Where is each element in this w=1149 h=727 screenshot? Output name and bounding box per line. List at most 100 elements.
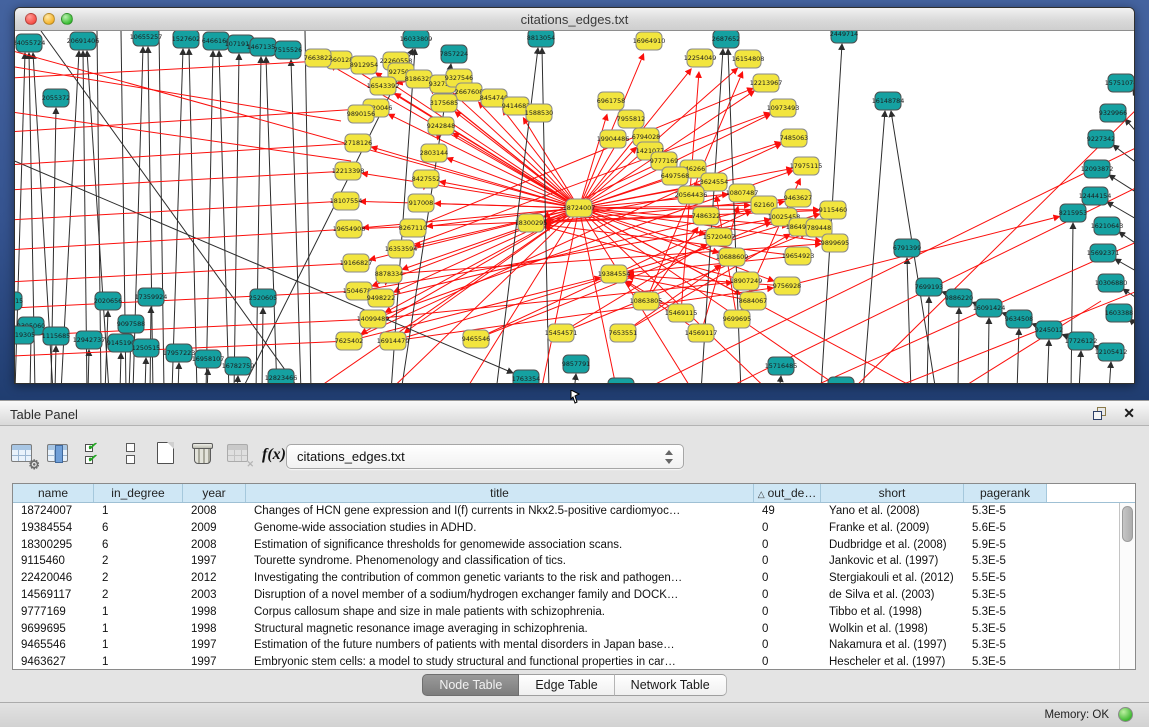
- table-cell[interactable]: Embryonic stem cells: a model to study s…: [246, 654, 754, 670]
- table-cell[interactable]: 1998: [183, 621, 246, 638]
- table-cell[interactable]: 0: [754, 553, 821, 570]
- graph-node[interactable]: 9699695: [723, 310, 751, 328]
- table-cell[interactable]: 5.5E-5: [964, 570, 1047, 587]
- graph-node[interactable]: 1763354: [512, 370, 540, 383]
- table-cell[interactable]: 0: [754, 570, 821, 587]
- graph-node[interactable]: 16353594: [385, 240, 418, 258]
- table-cell[interactable]: 5.9E-5: [964, 537, 1047, 554]
- graph-node[interactable]: 7486322: [692, 207, 720, 225]
- graph-node[interactable]: 10688609: [716, 248, 749, 266]
- function-icon[interactable]: f(x): [262, 440, 288, 468]
- graph-node[interactable]: 7625402: [335, 332, 363, 350]
- table-cell[interactable]: 22420046: [13, 570, 94, 587]
- graph-node[interactable]: 3624554: [700, 173, 728, 191]
- graph-node[interactable]: 1588530: [525, 104, 553, 122]
- graph-node[interactable]: 9115460: [819, 201, 847, 219]
- graph-node[interactable]: 8813054: [527, 31, 555, 47]
- table-cell[interactable]: 2012: [183, 570, 246, 587]
- graph-node[interactable]: 2718126: [344, 134, 372, 152]
- graph-node[interactable]: 9097588: [117, 315, 145, 333]
- table-cell[interactable]: Franke et al. (2009): [821, 520, 964, 537]
- table-cell[interactable]: 5.6E-5: [964, 520, 1047, 537]
- table-cell[interactable]: 2: [94, 570, 183, 587]
- table-row[interactable]: 2242004622012Investigating the contribut…: [13, 570, 1135, 587]
- graph-node[interactable]: 9857791: [562, 355, 590, 373]
- vertical-scrollbar[interactable]: [1119, 503, 1135, 669]
- table-cell[interactable]: 19384554: [13, 520, 94, 537]
- graph-node[interactable]: 9899695: [821, 234, 849, 252]
- graph-node[interactable]: 14099489: [357, 310, 390, 328]
- table-cell[interactable]: 9463627: [13, 654, 94, 670]
- column-header-title[interactable]: title: [246, 484, 754, 502]
- table-row[interactable]: 946554611997Estimation of the future num…: [13, 637, 1135, 654]
- column-header-pagerank[interactable]: pagerank: [964, 484, 1047, 502]
- graph-node[interactable]: 2020656: [94, 292, 122, 310]
- graph-node[interactable]: 9463627: [784, 189, 812, 207]
- table-cell[interactable]: 1: [94, 637, 183, 654]
- table-cell[interactable]: 1: [94, 604, 183, 621]
- graph-node[interactable]: 9890156: [347, 105, 375, 123]
- table-cell[interactable]: 0: [754, 654, 821, 670]
- table-cell[interactable]: 6: [94, 537, 183, 554]
- graph-node[interactable]: 12254049: [684, 49, 717, 67]
- citation-network-graph[interactable]: 1872400718300295193845549660128891295422…: [15, 31, 1134, 383]
- table-cell[interactable]: Investigating the contribution of common…: [246, 570, 754, 587]
- table-cell[interactable]: 0: [754, 604, 821, 621]
- graph-node[interactable]: 20564436: [675, 186, 708, 204]
- table-cell[interactable]: 9699695: [13, 621, 94, 638]
- graph-node[interactable]: 8878334: [375, 265, 403, 283]
- graph-node[interactable]: 18907249: [730, 272, 763, 290]
- table-cell[interactable]: 1: [94, 503, 183, 520]
- table-cell[interactable]: 1997: [183, 654, 246, 670]
- table-cell[interactable]: 0: [754, 637, 821, 654]
- graph-node[interactable]: 16964910: [633, 32, 666, 50]
- graph-node[interactable]: 12213967: [750, 74, 783, 92]
- table-cell[interactable]: Genome-wide association studies in ADHD.: [246, 520, 754, 537]
- column-header-name[interactable]: name: [13, 484, 94, 502]
- table-cell[interactable]: 9115460: [13, 553, 94, 570]
- graph-node[interactable]: 2520605: [249, 289, 277, 307]
- graph-node[interactable]: 12823466: [265, 369, 298, 383]
- table-cell[interactable]: Jankovic et al. (1997): [821, 553, 964, 570]
- graph-node[interactable]: 7857224: [440, 45, 468, 63]
- graph-node[interactable]: 6961758: [597, 92, 625, 110]
- table-cell[interactable]: Dudbridge et al. (2008): [821, 537, 964, 554]
- graph-node[interactable]: 14569117: [685, 324, 718, 342]
- graph-node[interactable]: 9756928: [773, 277, 801, 295]
- table-cell[interactable]: Nakamura et al. (1997): [821, 637, 964, 654]
- graph-node[interactable]: 16033809: [400, 31, 433, 48]
- table-cell[interactable]: Structural magnetic resonance image aver…: [246, 621, 754, 638]
- graph-node[interactable]: 18724007: [563, 199, 596, 217]
- table-cell[interactable]: 2008: [183, 537, 246, 554]
- graph-node[interactable]: 20691406: [67, 32, 100, 50]
- table-cell[interactable]: 5.3E-5: [964, 587, 1047, 604]
- graph-node[interactable]: 18107554: [330, 192, 363, 210]
- table-row[interactable]: 969969511998Structural magnetic resonanc…: [13, 621, 1135, 638]
- table-cell[interactable]: 9465546: [13, 637, 94, 654]
- graph-node[interactable]: 17975115: [790, 157, 823, 175]
- graph-node[interactable]: 7515526: [274, 41, 302, 59]
- graph-node[interactable]: 15692371: [1087, 244, 1120, 262]
- table-cell[interactable]: Hescheler et al. (1997): [821, 654, 964, 670]
- table-cell[interactable]: Estimation of significance thresholds fo…: [246, 537, 754, 554]
- float-panel-icon[interactable]: [1093, 407, 1107, 421]
- graph-node[interactable]: 12213398: [332, 162, 365, 180]
- graph-node[interactable]: 6791399: [893, 239, 921, 257]
- tab-node-table[interactable]: Node Table: [422, 674, 519, 696]
- tab-network-table[interactable]: Network Table: [615, 674, 727, 696]
- table-cell[interactable]: 0: [754, 621, 821, 638]
- table-row[interactable]: 1872400712008Changes of HCN gene express…: [13, 503, 1135, 520]
- graph-node[interactable]: 16154808: [732, 50, 765, 68]
- window-titlebar[interactable]: citations_edges.txt: [15, 8, 1134, 31]
- graph-node[interactable]: 9245012: [1035, 321, 1063, 339]
- graph-node[interactable]: 9329966: [1099, 104, 1127, 122]
- graph-node[interactable]: 9465546: [462, 330, 490, 348]
- graph-node[interactable]: 19384554: [598, 265, 631, 283]
- table-row[interactable]: 1456911722003Disruption of a novel membe…: [13, 587, 1135, 604]
- graph-node[interactable]: 9498222: [367, 289, 395, 307]
- table-cell[interactable]: 0: [754, 520, 821, 537]
- graph-node[interactable]: 16210643: [1091, 217, 1124, 235]
- table-cell[interactable]: 5.3E-5: [964, 637, 1047, 654]
- table-row[interactable]: 911546021997Tourette syndrome. Phenomeno…: [13, 553, 1135, 570]
- table-cell[interactable]: 5.3E-5: [964, 654, 1047, 670]
